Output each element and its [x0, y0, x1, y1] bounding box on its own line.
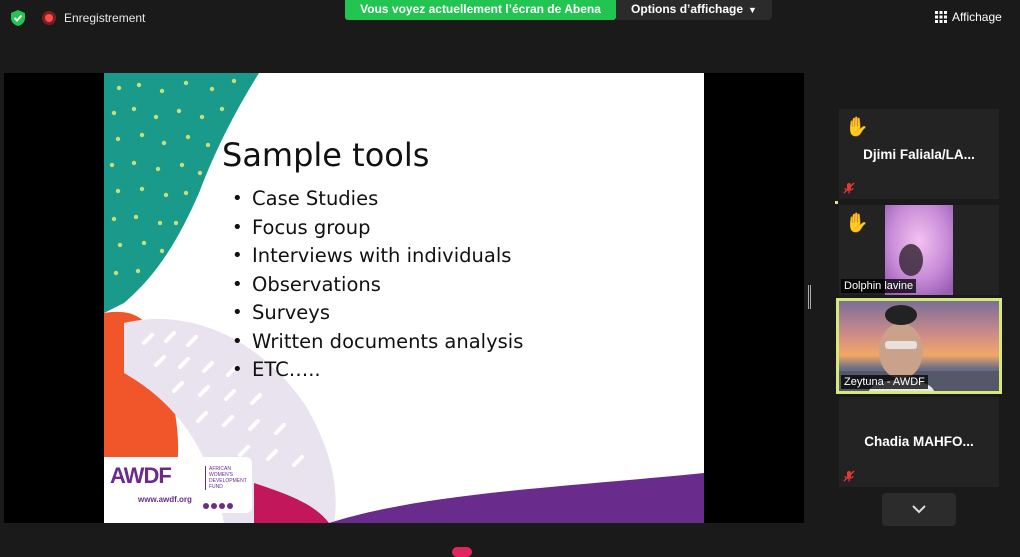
recording-label[interactable]: Enregistrement [64, 11, 145, 25]
slide-bullet: Interviews with individuals [232, 242, 523, 271]
recording-icon[interactable] [42, 11, 56, 25]
chevron-down-icon: ▼ [748, 5, 757, 15]
presentation-slide: Sample tools Case Studies Focus group In… [104, 73, 704, 523]
panel-resize-handle[interactable] [808, 285, 811, 309]
view-options-label: Options d’affichage [631, 2, 744, 16]
grid-view-icon [935, 11, 947, 23]
participant-name: Chadia MAHFO... [864, 434, 974, 449]
microphone-muted-icon [843, 470, 855, 482]
slide-bullet: ETC….. [232, 356, 523, 385]
logo-subtext: AFRICAN WOMEN'S DEVELOPMENT FUND [205, 466, 253, 490]
raised-hand-icon: ✋ [845, 117, 869, 138]
participant-tile[interactable]: ✋ Dolphin lavine [839, 205, 999, 295]
participant-tile[interactable]: ✋ Djimi Faliala/LA... [839, 109, 999, 199]
twitter-icon [227, 503, 233, 509]
participant-tile-active-speaker[interactable]: Zeytuna - AWDF [836, 298, 1002, 394]
notification-badge [452, 547, 472, 557]
participant-name: Zeytuna - AWDF [841, 375, 928, 389]
security-shield-icon[interactable] [9, 9, 27, 27]
slide-bullet: Written documents analysis [232, 328, 523, 357]
meeting-toolbar-edge [0, 528, 1020, 552]
facebook-icon [203, 503, 209, 509]
view-options-button[interactable]: Options d’affichage ▼ [616, 0, 772, 20]
display-label: Affichage [952, 10, 1002, 24]
slide-bullet: Focus group [232, 214, 523, 243]
social-icons [203, 496, 235, 514]
raised-hand-icon: ✋ [845, 213, 869, 234]
tile-indicator [835, 201, 838, 204]
slide-title: Sample tools [222, 136, 430, 174]
microphone-muted-icon [843, 182, 855, 194]
slide-bullet: Observations [232, 271, 523, 300]
slide-bullet-list: Case Studies Focus group Interviews with… [232, 185, 523, 385]
slide-bullet: Case Studies [232, 185, 523, 214]
instagram-icon [211, 503, 217, 509]
awdf-logo: AWDF AFRICAN WOMEN'S DEVELOPMENT FUND ww… [104, 457, 252, 513]
participant-name: Dolphin lavine [841, 279, 917, 293]
linkedin-icon [219, 503, 225, 509]
meeting-top-bar: Enregistrement Vous voyez actuellement l… [0, 0, 1020, 36]
shared-screen[interactable]: Sample tools Case Studies Focus group In… [4, 73, 804, 523]
chevron-down-icon [912, 505, 926, 514]
screen-share-banner: Vous voyez actuellement l’écran de Abena [345, 0, 616, 20]
participants-scroll-down-button[interactable] [882, 493, 956, 526]
logo-wordmark: AWDF [110, 463, 172, 488]
participant-tile[interactable]: Chadia MAHFO... [839, 397, 999, 487]
display-button[interactable]: Affichage [935, 10, 1002, 26]
slide-bullet: Surveys [232, 299, 523, 328]
participant-name: Djimi Faliala/LA... [863, 147, 975, 162]
logo-url: www.awdf.org [138, 495, 192, 504]
